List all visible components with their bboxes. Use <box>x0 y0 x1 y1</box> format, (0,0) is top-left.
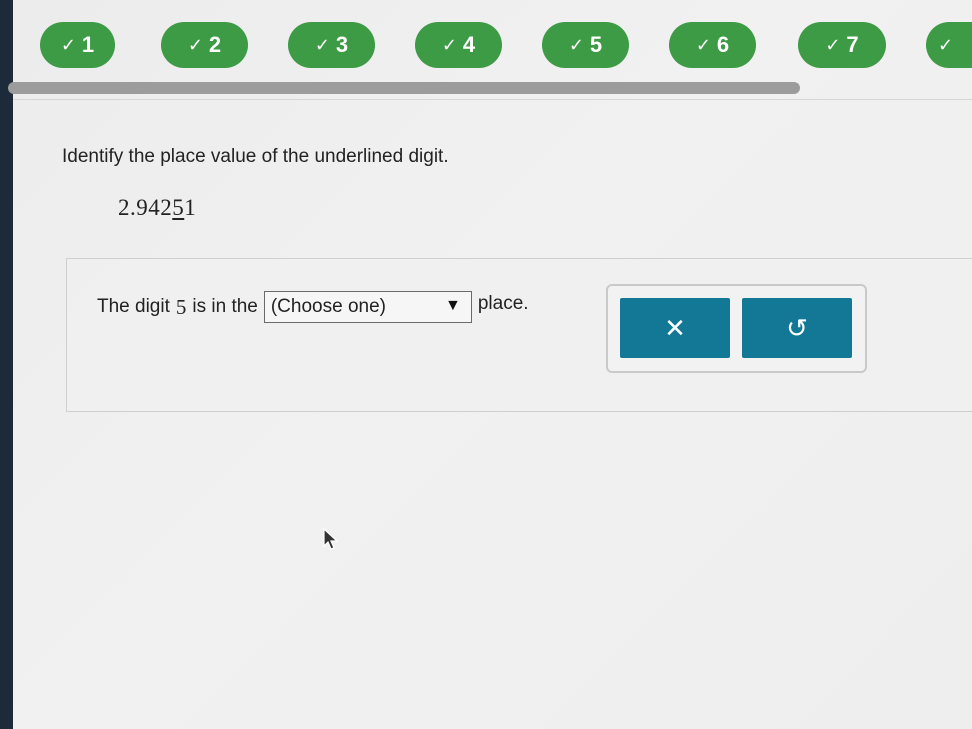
progress-step-5[interactable]: ✓ 5 <box>542 22 629 68</box>
progress-nav: ✓ 1 ✓ 2 ✓ 3 ✓ 4 ✓ 5 ✓ 6 ✓ 7 ✓ <box>13 0 972 90</box>
progress-step-7[interactable]: ✓ 7 <box>798 22 886 68</box>
place-value-select[interactable]: (Choose one) ▼ <box>263 291 472 323</box>
progress-step-label: 2 <box>208 32 222 57</box>
close-icon: ✕ <box>664 312 686 343</box>
check-icon: ✓ <box>187 34 203 55</box>
check-icon: ✓ <box>568 34 584 55</box>
undo-button[interactable]: ↺ <box>742 298 852 358</box>
select-value: (Choose one) <box>270 296 386 317</box>
progress-step-label: 3 <box>335 32 349 57</box>
progress-step-label: 4 <box>462 32 476 57</box>
answer-text-before: The digit <box>97 296 170 317</box>
screen-bezel <box>0 0 13 729</box>
progress-step-1[interactable]: ✓ 1 <box>40 22 115 68</box>
progress-step-4[interactable]: ✓ 4 <box>415 22 502 68</box>
clear-button[interactable]: ✕ <box>620 298 730 358</box>
number-after: 1 <box>184 195 197 220</box>
mouse-cursor-icon <box>323 528 339 550</box>
question-prompt: Identify the place value of the underlin… <box>62 146 449 167</box>
progress-step-label: 6 <box>716 32 730 57</box>
progress-step-3[interactable]: ✓ 3 <box>288 22 375 68</box>
progress-step-2[interactable]: ✓ 2 <box>161 22 248 68</box>
answer-text-after: place. <box>477 293 529 314</box>
undo-icon: ↺ <box>786 312 808 343</box>
header-divider <box>13 99 972 100</box>
check-icon: ✓ <box>60 34 76 55</box>
progress-scrollbar[interactable] <box>8 82 800 94</box>
progress-step-8[interactable]: ✓ <box>926 22 972 68</box>
check-icon: ✓ <box>314 34 330 55</box>
progress-step-label: 1 <box>81 32 95 57</box>
check-icon: ✓ <box>441 34 457 55</box>
answer-digit: 5 <box>175 294 187 319</box>
progress-step-6[interactable]: ✓ 6 <box>669 22 756 68</box>
answer-text-middle: is in the <box>192 296 258 317</box>
underlined-digit: 5 <box>172 195 185 220</box>
check-icon: ✓ <box>938 34 954 55</box>
screen: ✓ 1 ✓ 2 ✓ 3 ✓ 4 ✓ 5 ✓ 6 ✓ 7 ✓ Identify t… <box>8 0 972 729</box>
check-icon: ✓ <box>825 34 841 55</box>
question-number: 2.94251 <box>118 195 196 221</box>
progress-step-label: 7 <box>846 32 859 57</box>
dropdown-arrow-icon: ▼ <box>445 297 461 314</box>
progress-step-label: 5 <box>589 32 603 57</box>
number-before: 2.942 <box>118 195 173 220</box>
check-icon: ✓ <box>695 34 711 55</box>
answer-sentence: The digit 5 is in the (Choose one) ▼ pla… <box>97 290 529 324</box>
